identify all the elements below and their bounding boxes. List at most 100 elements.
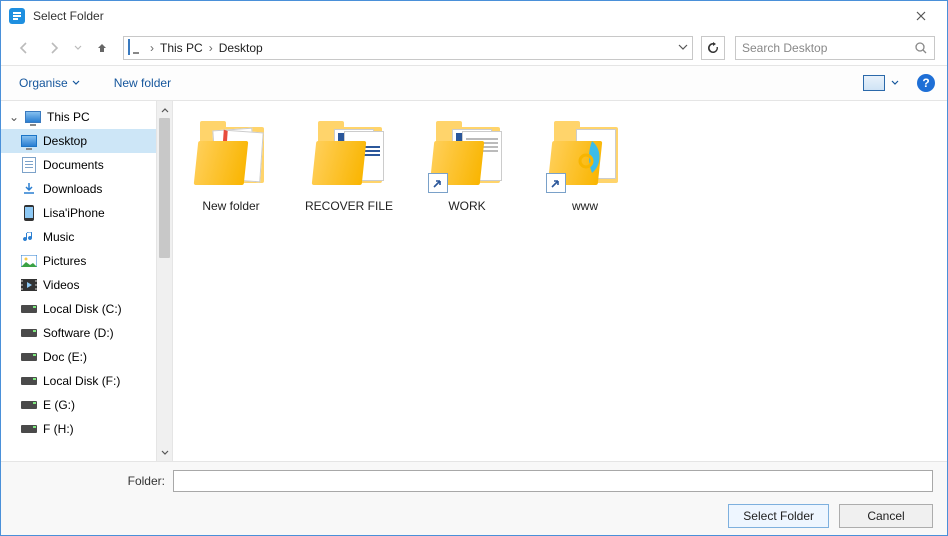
tree-item-label: Local Disk (F:) [43, 374, 120, 388]
tree-item-label: Software (D:) [43, 326, 114, 340]
window-title: Select Folder [33, 9, 901, 23]
drive-icon [21, 421, 37, 437]
breadcrumb-desktop[interactable]: Desktop [215, 39, 267, 57]
shortcut-item[interactable]: WORK [419, 115, 515, 213]
toolbar: Organise New folder ? [1, 65, 947, 101]
tree-item-label: Documents [43, 158, 104, 172]
sidebar-scrollbar[interactable] [156, 101, 173, 461]
search-placeholder: Search Desktop [742, 41, 827, 55]
close-button[interactable] [901, 1, 941, 31]
tree-item-desktop[interactable]: Desktop [1, 129, 156, 153]
shortcut-arrow-icon [428, 173, 448, 193]
tree-item-label: Local Disk (C:) [43, 302, 122, 316]
address-dropdown-icon[interactable] [678, 41, 688, 55]
search-input[interactable]: Search Desktop [735, 36, 935, 60]
scroll-thumb[interactable] [159, 118, 170, 258]
tree-item-videos[interactable]: Videos [1, 273, 156, 297]
downloads-icon [21, 181, 37, 197]
folder-icon [192, 115, 270, 193]
title-bar: Select Folder [1, 1, 947, 31]
music-icon [21, 229, 37, 245]
shortcut-arrow-icon [546, 173, 566, 193]
tree-item-downloads[interactable]: Downloads [1, 177, 156, 201]
up-button[interactable] [89, 35, 115, 61]
tree-item-label: Desktop [43, 134, 87, 148]
search-icon [914, 41, 928, 58]
tree-item-disk-g[interactable]: E (G:) [1, 393, 156, 417]
tree-item-label: Lisa'iPhone [43, 206, 105, 220]
nav-row: › This PC › Desktop Search Desktop [1, 31, 947, 65]
folder-item[interactable]: RECOVER FILE [301, 115, 397, 213]
view-menu[interactable] [857, 71, 905, 95]
tree-item-label: F (H:) [43, 422, 74, 436]
folder-content[interactable]: New folder RECOVER FILE [173, 101, 947, 461]
drive-icon [21, 301, 37, 317]
folder-shortcut-icon [546, 115, 624, 193]
tree-item-documents[interactable]: Documents [1, 153, 156, 177]
videos-icon [21, 277, 37, 293]
drive-icon [21, 373, 37, 389]
tree-item-disk-d[interactable]: Software (D:) [1, 321, 156, 345]
tree-item-pictures[interactable]: Pictures [1, 249, 156, 273]
app-icon [9, 8, 25, 24]
tree-item-label: Music [43, 230, 74, 244]
folder-input[interactable] [173, 470, 933, 492]
new-folder-button[interactable]: New folder [108, 72, 177, 94]
organise-menu[interactable]: Organise [13, 72, 86, 94]
item-label: New folder [202, 199, 259, 213]
phone-icon [21, 205, 37, 221]
chevron-down-icon [72, 79, 80, 87]
folder-shortcut-icon [428, 115, 506, 193]
scroll-down-icon[interactable] [157, 444, 172, 461]
breadcrumb-separator-icon: › [207, 41, 215, 55]
item-label: www [572, 199, 598, 213]
body: ⌄ This PC Desktop Documents Downloads Li… [1, 101, 947, 461]
desktop-icon [21, 133, 37, 149]
cancel-label: Cancel [867, 509, 904, 523]
folder-label: Folder: [15, 474, 165, 488]
forward-button[interactable] [41, 35, 67, 61]
tree-item-iphone[interactable]: Lisa'iPhone [1, 201, 156, 225]
this-pc-icon [25, 109, 41, 125]
breadcrumb-this-pc[interactable]: This PC [156, 39, 207, 57]
help-button[interactable]: ? [917, 74, 935, 92]
select-folder-button[interactable]: Select Folder [728, 504, 829, 528]
item-label: RECOVER FILE [305, 199, 393, 213]
tree-item-label: Pictures [43, 254, 86, 268]
drive-icon [21, 397, 37, 413]
organise-label: Organise [19, 76, 68, 90]
scroll-up-icon[interactable] [157, 101, 172, 118]
drive-icon [21, 349, 37, 365]
tree-root-this-pc[interactable]: ⌄ This PC [1, 105, 156, 129]
address-bar[interactable]: › This PC › Desktop [123, 36, 693, 60]
tree-item-disk-h[interactable]: F (H:) [1, 417, 156, 441]
tree-item-disk-e[interactable]: Doc (E:) [1, 345, 156, 369]
view-icon [863, 75, 885, 91]
tree-item-disk-f[interactable]: Local Disk (F:) [1, 369, 156, 393]
tree-item-label: E (G:) [43, 398, 75, 412]
back-button[interactable] [11, 35, 37, 61]
folder-item[interactable]: New folder [183, 115, 279, 213]
navigation-tree: ⌄ This PC Desktop Documents Downloads Li… [1, 101, 156, 461]
item-label: WORK [448, 199, 485, 213]
shortcut-item[interactable]: www [537, 115, 633, 213]
folder-icon [310, 115, 388, 193]
documents-icon [21, 157, 37, 173]
tree-item-label: Downloads [43, 182, 102, 196]
tree-item-disk-c[interactable]: Local Disk (C:) [1, 297, 156, 321]
tree-item-label: Videos [43, 278, 79, 292]
pictures-icon [21, 253, 37, 269]
refresh-button[interactable] [701, 36, 725, 60]
chevron-down-icon: ⌄ [9, 110, 19, 124]
tree-item-label: Doc (E:) [43, 350, 87, 364]
cancel-button[interactable]: Cancel [839, 504, 933, 528]
this-pc-icon [128, 40, 144, 56]
new-folder-label: New folder [114, 76, 171, 90]
recent-dropdown[interactable] [71, 35, 85, 61]
tree-item-music[interactable]: Music [1, 225, 156, 249]
drive-icon [21, 325, 37, 341]
chevron-down-icon [891, 79, 899, 87]
tree-root-label: This PC [47, 110, 90, 124]
select-folder-label: Select Folder [743, 509, 814, 523]
bottom-bar: Folder: Select Folder Cancel [1, 461, 947, 535]
